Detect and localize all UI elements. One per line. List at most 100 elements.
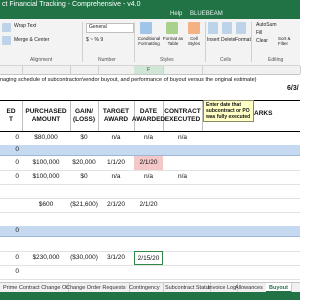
- alignment-group-label: Alignment: [30, 57, 53, 63]
- table-cell[interactable]: 0: [0, 156, 22, 170]
- table-cell[interactable]: 0: [0, 170, 22, 184]
- table-cell[interactable]: $100,000: [22, 170, 70, 184]
- cell-comment-note: Enter date that subcontract or PO was fu…: [203, 100, 254, 122]
- table-cell[interactable]: 0: [0, 145, 22, 155]
- conditional-formatting-button[interactable]: Conditional Formatting: [136, 36, 162, 46]
- delete-icon: [222, 22, 232, 34]
- table-cell[interactable]: $600: [22, 198, 70, 212]
- title-bar: ct Financial Tracking - Comprehensive - …: [0, 0, 300, 10]
- table-cell[interactable]: n/a: [98, 170, 134, 184]
- clear-button[interactable]: Clear: [256, 38, 268, 45]
- column-header[interactable]: [22, 66, 71, 74]
- format-icon: [236, 22, 246, 34]
- merge-center-button[interactable]: Merge & Center: [14, 37, 49, 44]
- insert-button[interactable]: Insert: [207, 37, 220, 44]
- sort-filter-button[interactable]: Sort & Filter: [278, 36, 300, 46]
- window-title: ct Financial Tracking - Comprehensive - …: [2, 1, 141, 8]
- ribbon-divider: [251, 22, 252, 62]
- table-row: [0, 184, 300, 199]
- column-headers: F: [0, 66, 301, 75]
- table-cell[interactable]: n/a: [98, 131, 134, 145]
- table-cell[interactable]: 2/1/20: [134, 156, 163, 170]
- section-band-row: 0: [0, 226, 300, 237]
- table-row: 0 $230,000 ($30,000) 3/1/20 2/15/20: [0, 251, 300, 266]
- target-award-header: TARGET AWARD: [98, 101, 135, 131]
- table-cell[interactable]: [70, 265, 98, 279]
- table-cell[interactable]: 2/1/20: [98, 198, 134, 212]
- wrap-text-icon: [2, 23, 11, 32]
- ribbon-tab-strip: Help BLUEBEAM: [0, 10, 300, 19]
- ribbon-divider: [82, 22, 83, 62]
- table-cell[interactable]: 0: [0, 131, 22, 145]
- budgeted-amount-header: ED T: [0, 101, 23, 131]
- column-header[interactable]: [202, 66, 301, 74]
- table-row: 0 $100,000 $20,000 1/1/20 2/1/20: [0, 156, 300, 171]
- column-header[interactable]: [163, 66, 203, 74]
- table-cell[interactable]: [163, 156, 202, 170]
- table-cell[interactable]: [163, 265, 202, 279]
- sheet-description: naging schedule of subcontractor/vendor …: [0, 77, 257, 83]
- column-header[interactable]: [70, 66, 99, 74]
- table-cell[interactable]: [134, 265, 163, 279]
- table-cell[interactable]: $100,000: [22, 156, 70, 170]
- cell-styles-button[interactable]: Cell Styles: [185, 36, 203, 46]
- ribbon-divider: [134, 22, 135, 62]
- wrap-text-button[interactable]: Wrap Text: [14, 23, 36, 30]
- table-cell[interactable]: 2/15/20: [134, 251, 163, 265]
- date-awarded-header: DATE AWARDED: [132, 101, 165, 131]
- format-as-table-icon: [166, 22, 178, 34]
- gain-loss-header: GAIN/ (LOSS): [70, 101, 99, 131]
- table-cell[interactable]: 0: [0, 251, 22, 265]
- table-cell[interactable]: $80,000: [22, 131, 70, 145]
- table-cell[interactable]: [22, 265, 70, 279]
- table-cell[interactable]: $0: [70, 131, 98, 145]
- table-cell[interactable]: ($30,000): [70, 251, 98, 265]
- ribbon-tab-help[interactable]: Help: [170, 10, 182, 19]
- conditional-formatting-icon: [140, 22, 152, 34]
- remarks-header: ARKS: [254, 110, 273, 117]
- table-cell[interactable]: n/a: [163, 170, 202, 184]
- table-cell[interactable]: n/a: [163, 131, 202, 145]
- table-row: 0: [0, 265, 300, 280]
- currency-format-buttons[interactable]: $ ~ % 9: [86, 37, 103, 44]
- insert-icon: [208, 22, 218, 34]
- editing-group-label: Editing: [268, 57, 284, 63]
- table-row: [0, 237, 300, 252]
- contract-executed-header: CONTRACT EXECUTED: [163, 101, 203, 131]
- table-cell[interactable]: [98, 265, 134, 279]
- table-cell[interactable]: $0: [70, 170, 98, 184]
- table-cell[interactable]: 0: [0, 265, 22, 279]
- table-row: $600 ($21,600) 2/1/20 2/1/20: [0, 198, 300, 213]
- table-cell[interactable]: [163, 251, 202, 265]
- table-cell[interactable]: $20,000: [70, 156, 98, 170]
- number-group-label: Number: [98, 57, 116, 63]
- table-cell[interactable]: 3/1/20: [98, 251, 134, 265]
- table-cell[interactable]: 0: [0, 226, 22, 236]
- table-cell[interactable]: ($21,600): [70, 198, 98, 212]
- column-header[interactable]: [98, 66, 135, 74]
- cell-styles-icon: [188, 22, 200, 34]
- format-as-table-button[interactable]: Format as Table: [162, 36, 184, 46]
- number-format-select[interactable]: General: [86, 23, 134, 33]
- table-row: 0 $80,000 $0 n/a n/a n/a: [0, 131, 300, 146]
- table-cell[interactable]: $230,000: [22, 251, 70, 265]
- ribbon: Wrap Text Merge & Center Alignment Gener…: [0, 19, 300, 66]
- table-cell[interactable]: 2/1/20: [134, 198, 163, 212]
- delete-button[interactable]: Delete: [221, 37, 235, 44]
- table-cell[interactable]: [163, 198, 202, 212]
- ribbon-divider: [205, 22, 206, 62]
- format-button[interactable]: Format: [235, 37, 251, 44]
- report-date: 6/3/: [287, 85, 299, 92]
- column-header-selected[interactable]: F: [134, 66, 164, 74]
- autosum-button[interactable]: AutoSum: [256, 22, 277, 29]
- column-header[interactable]: [0, 66, 23, 74]
- table-cell[interactable]: 1/1/20: [98, 156, 134, 170]
- table-cell[interactable]: n/a: [134, 170, 163, 184]
- table-cell[interactable]: [0, 198, 22, 212]
- status-bar: [0, 292, 300, 300]
- merge-center-icon: [2, 36, 11, 45]
- styles-group-label: Styles: [160, 57, 174, 63]
- ribbon-tab-bluebeam[interactable]: BLUEBEAM: [190, 10, 223, 19]
- table-cell[interactable]: n/a: [134, 131, 163, 145]
- fill-button[interactable]: Fill: [256, 30, 262, 37]
